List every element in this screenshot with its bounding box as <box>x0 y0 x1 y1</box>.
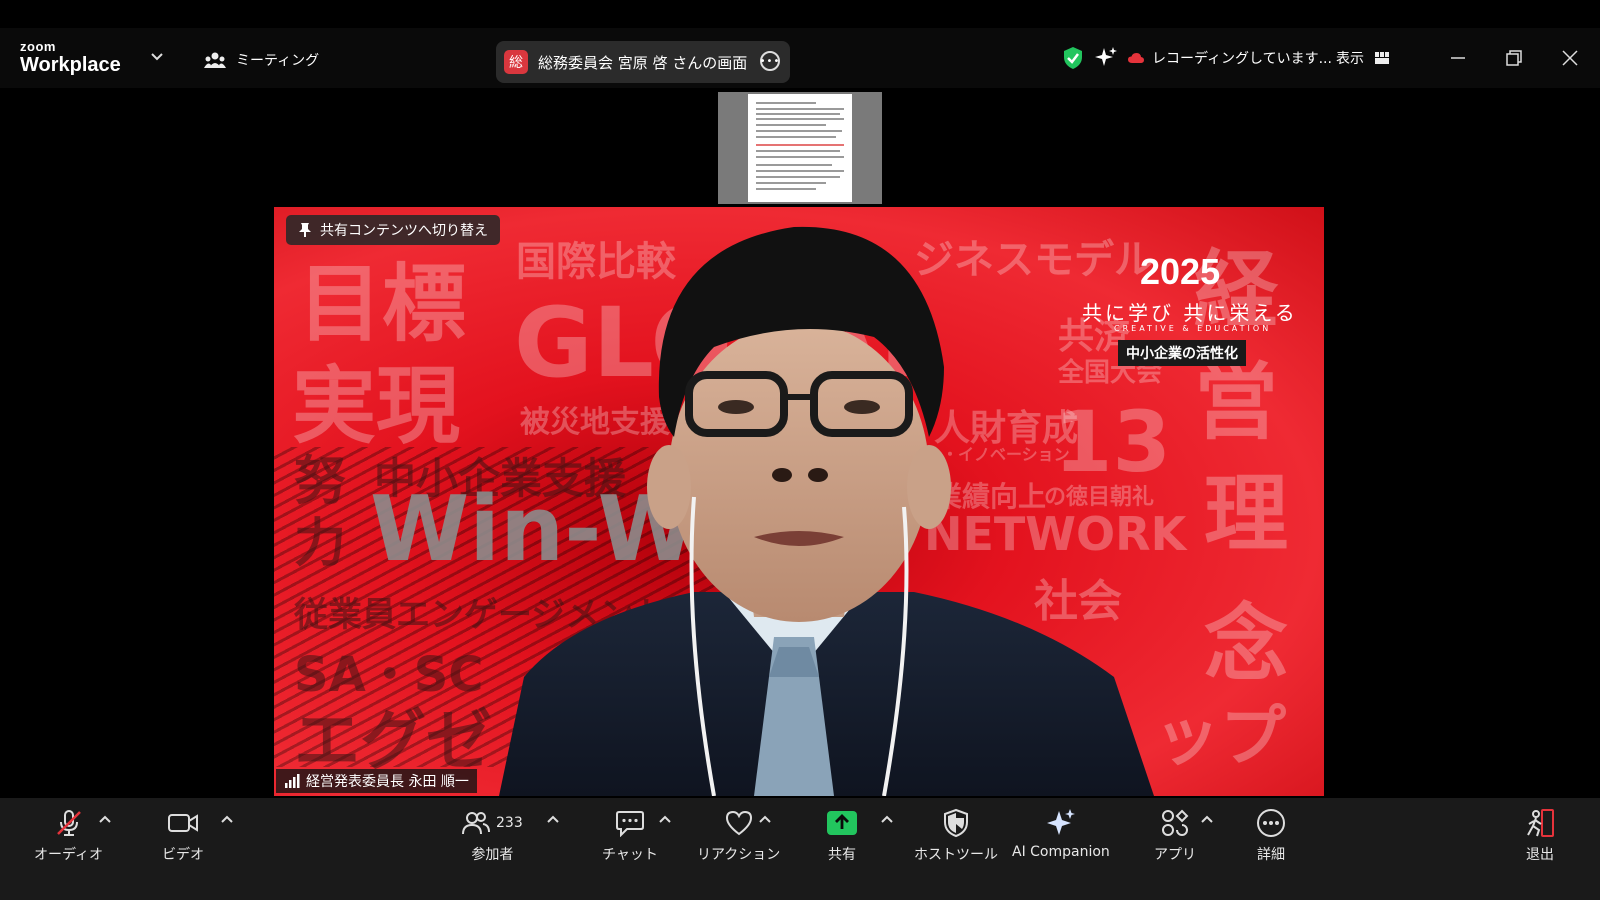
heart-icon <box>725 810 752 836</box>
ai-companion-sparkle-icon <box>1046 809 1075 835</box>
leave-button[interactable]: 退出 <box>1524 808 1556 864</box>
participants-count: 233 <box>496 815 523 831</box>
video-camera-icon <box>168 814 198 832</box>
more-options-icon[interactable]: ••• <box>760 51 780 71</box>
leave-label: 退出 <box>1526 847 1554 863</box>
share-button[interactable]: 共有 <box>826 808 858 864</box>
shared-content-thumbnail[interactable] <box>718 92 882 204</box>
switch-button-label: 共有コンテンツへ切り替え <box>320 223 488 239</box>
more-button[interactable]: 詳細 <box>1256 808 1286 864</box>
top-strip <box>0 0 1600 28</box>
reaction-options-chevron-icon[interactable] <box>758 814 772 824</box>
host-tools-button[interactable]: ホストツール <box>914 808 998 864</box>
people-icon <box>204 52 226 68</box>
speaker-name-tag: 経営発表委員長 永田 順一 <box>276 769 477 793</box>
share-label: 共有 <box>828 847 856 863</box>
speaker-figure <box>499 226 1154 796</box>
chat-label: チャット <box>602 847 658 863</box>
share-options-chevron-icon[interactable] <box>880 814 894 824</box>
video-button[interactable]: ビデオ <box>162 808 204 864</box>
participants-options-chevron-icon[interactable] <box>546 814 560 824</box>
more-dots-icon <box>1257 809 1285 837</box>
share-screen-icon <box>827 811 857 835</box>
meeting-controls-toolbar: オーディオ ビデオ 233 参加者 チャット リアクション 共有 ホストツール … <box>0 798 1600 900</box>
more-label: 詳細 <box>1257 847 1285 863</box>
apps-button[interactable]: アプリ <box>1154 808 1196 864</box>
audio-options-chevron-icon[interactable] <box>98 814 112 824</box>
document-page <box>748 94 852 202</box>
view-menu[interactable]: 表示 <box>1336 48 1390 68</box>
share-title: 総務委員会 宮原 啓 さんの画面 <box>538 53 748 72</box>
view-label: 表示 <box>1336 51 1364 67</box>
active-speaker-video[interactable]: 目標 国際比較 ジネスモデル 経 実現 GLOBAL 共済 全国大会 被災地支援… <box>274 207 1324 796</box>
brand-big: Workplace <box>20 54 121 76</box>
meeting-menu[interactable]: ミーティング <box>204 50 319 70</box>
app-logo: zoom Workplace <box>20 40 121 75</box>
grid-view-icon <box>1375 52 1389 64</box>
minimize-icon[interactable] <box>1448 48 1468 68</box>
host-tools-label: ホストツール <box>914 847 998 863</box>
audio-button[interactable]: オーディオ <box>34 808 103 864</box>
chat-bubble-icon <box>615 811 644 837</box>
speaker-name: 経営発表委員長 永田 順一 <box>306 774 469 790</box>
switch-to-shared-content-button[interactable]: 共有コンテンツへ切り替え <box>286 215 500 245</box>
restore-icon[interactable] <box>1504 48 1524 68</box>
apps-label: アプリ <box>1154 847 1196 863</box>
leave-exit-icon <box>1527 809 1554 837</box>
pin-icon <box>299 223 311 237</box>
ai-companion-button[interactable]: AI Companion <box>1012 808 1110 860</box>
close-icon[interactable] <box>1560 48 1580 68</box>
shield-check-icon[interactable] <box>1062 46 1084 70</box>
chat-button[interactable]: チャット <box>602 808 658 864</box>
host-shield-icon <box>944 808 968 838</box>
reaction-label: リアクション <box>697 847 781 863</box>
ai-companion-label: AI Companion <box>1012 844 1110 860</box>
brand-small: zoom <box>20 39 56 54</box>
audio-label: オーディオ <box>34 847 104 863</box>
participants-label: 参加者 <box>471 847 514 863</box>
apps-icon <box>1162 809 1189 836</box>
cloud-record-icon <box>1128 53 1144 63</box>
recording-text: レコーディングしています... <box>1152 51 1332 67</box>
microphone-muted-icon <box>56 810 81 836</box>
meeting-label: ミーティング <box>236 53 320 69</box>
recording-status[interactable]: レコーディングしています... <box>1128 48 1332 68</box>
sharer-avatar: 総 <box>504 50 528 74</box>
video-options-chevron-icon[interactable] <box>220 814 234 824</box>
chat-options-chevron-icon[interactable] <box>658 814 672 824</box>
chevron-down-icon[interactable] <box>150 52 164 62</box>
apps-options-chevron-icon[interactable] <box>1200 814 1214 824</box>
video-label: ビデオ <box>162 847 204 863</box>
participants-icon <box>462 812 490 835</box>
participants-button[interactable]: 233 参加者 <box>462 808 523 864</box>
screen-share-indicator[interactable]: 総 総務委員会 宮原 啓 さんの画面 ••• <box>496 41 790 83</box>
signal-bars-icon <box>285 774 300 788</box>
ai-sparkle-icon[interactable] <box>1094 46 1118 70</box>
